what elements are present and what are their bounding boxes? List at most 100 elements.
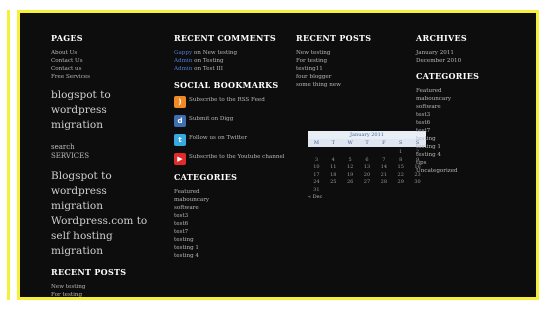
recent-post-link[interactable]: testing11	[51, 299, 161, 300]
recent-post-link[interactable]: some thing new	[296, 81, 414, 89]
calendar-date[interactable]: 19	[342, 172, 359, 180]
rss-icon[interactable]: )	[174, 96, 186, 108]
calendar-date[interactable]: 8	[392, 157, 409, 165]
comment-on-label: on	[194, 66, 202, 72]
category-link[interactable]: testing 1	[416, 143, 526, 151]
category-link[interactable]: testing	[416, 135, 526, 143]
social-bookmark-row[interactable]: ▶ Subscribe to the Youtube channel	[174, 153, 289, 165]
calendar-date[interactable]: 24	[308, 179, 325, 187]
calendar-date	[308, 149, 325, 157]
calendar-prev-link[interactable]: « Dec	[308, 194, 426, 200]
calendar-date	[325, 149, 342, 157]
comment-item: Admin on Testing	[174, 57, 289, 65]
social-bookmarks-heading: SOCIAL BOOKMARKS	[174, 80, 279, 90]
calendar-date[interactable]: 21	[375, 172, 392, 180]
recent-post-link[interactable]: For testing	[296, 57, 414, 65]
blog-sidebar-screenshot: PAGES About Us Contact Us Contact us Free S…	[17, 10, 539, 300]
category-link[interactable]: software	[174, 204, 289, 212]
category-link[interactable]: mabouncary	[416, 95, 526, 103]
comment-author[interactable]: Admin	[174, 66, 192, 72]
twitter-side-icon[interactable]: t	[536, 131, 539, 144]
category-link[interactable]: testing	[174, 236, 289, 244]
calendar-date[interactable]: 12	[342, 164, 359, 172]
calendar-date	[392, 187, 409, 195]
recent-post-link[interactable]: testing11	[296, 65, 414, 73]
calendar-date[interactable]: 17	[308, 172, 325, 180]
rss-side-icon[interactable]: )	[536, 149, 539, 162]
comment-post-link[interactable]: Test III	[203, 66, 223, 72]
recent-post-link[interactable]: New testing	[51, 283, 161, 291]
comment-author[interactable]: Gappy	[174, 50, 192, 56]
twitter-icon[interactable]: t	[174, 134, 186, 146]
category-link[interactable]: Featured	[174, 188, 289, 196]
category-link[interactable]: testing 4	[416, 151, 526, 159]
category-link[interactable]: testing 1	[174, 244, 289, 252]
calendar-date[interactable]: 27	[359, 179, 376, 187]
calendar-date[interactable]: 13	[359, 164, 376, 172]
page-link[interactable]: About Us	[51, 49, 161, 57]
calendar-date[interactable]: 28	[375, 179, 392, 187]
recent-post-link[interactable]: For testing	[51, 291, 161, 297]
social-bookmark-label[interactable]: Subscribe to the Youtube channel	[189, 153, 285, 161]
category-link[interactable]: test7	[174, 228, 289, 236]
migration-service-link[interactable]: Blogspot to wordpress migration	[51, 169, 161, 214]
social-bookmark-row[interactable]: t Follow us on Twitter	[174, 134, 289, 146]
category-link[interactable]: testing 4	[174, 252, 289, 260]
calendar-date[interactable]: 1	[392, 149, 409, 157]
page-link[interactable]: Contact Us	[51, 57, 161, 65]
comment-item: Admin on Test III	[174, 65, 289, 73]
email-side-icon[interactable]: ✉	[536, 167, 539, 180]
category-link[interactable]: test3	[416, 111, 526, 119]
comment-post-link[interactable]: Testing	[203, 58, 224, 64]
page-link[interactable]: Contact us	[51, 65, 161, 73]
social-bookmark-label[interactable]: Subscribe to the RSS Feed	[189, 96, 265, 104]
youtube-icon[interactable]: ▶	[174, 153, 186, 165]
archive-link[interactable]: December 2010	[416, 57, 526, 65]
category-link[interactable]: test3	[174, 212, 289, 220]
calendar-date[interactable]: 31	[308, 187, 325, 195]
calendar-date[interactable]: 6	[359, 157, 376, 165]
calendar-day-header: W	[347, 140, 353, 146]
calendar-date[interactable]: 25	[325, 179, 342, 187]
calendar-date[interactable]: 5	[342, 157, 359, 165]
social-bookmark-label[interactable]: Follow us on Twitter	[189, 134, 247, 142]
page-link[interactable]: Free Services	[51, 73, 161, 81]
calendar-date	[375, 149, 392, 157]
category-link[interactable]: test7	[416, 127, 526, 135]
category-link[interactable]: software	[416, 103, 526, 111]
category-link[interactable]: test6	[174, 220, 289, 228]
calendar-date[interactable]: 26	[342, 179, 359, 187]
social-bookmark-row[interactable]: ) Subscribe to the RSS Feed	[174, 96, 289, 108]
calendar-date[interactable]: 4	[325, 157, 342, 165]
calendar-day-header: M	[313, 140, 319, 146]
featured-migration-link[interactable]: blogspot to wordpress migration	[51, 88, 161, 133]
calendar-date[interactable]: 30	[409, 179, 426, 187]
recent-post-link[interactable]: four blogger	[296, 73, 414, 81]
migration-service-link[interactable]: Wordpress.com to self hosting migration	[51, 214, 161, 259]
comment-author[interactable]: Admin	[174, 58, 192, 64]
digg-icon[interactable]: d	[174, 115, 186, 127]
calendar-date[interactable]: 15	[392, 164, 409, 172]
calendar-date[interactable]: 20	[359, 172, 376, 180]
calendar-date[interactable]: 14	[375, 164, 392, 172]
calendar-date[interactable]: 22	[392, 172, 409, 180]
archive-link[interactable]: January 2011	[416, 49, 526, 57]
category-link[interactable]: mabouncary	[174, 196, 289, 204]
category-link[interactable]: test6	[416, 119, 526, 127]
calendar-date[interactable]: 10	[308, 164, 325, 172]
social-bookmark-row[interactable]: d Submit on Digg	[174, 115, 289, 127]
categories-right-heading: CATEGORIES	[416, 71, 480, 81]
youtube-side-icon[interactable]: ▶	[536, 185, 539, 198]
calendar-date[interactable]: 29	[392, 179, 409, 187]
recent-post-link[interactable]: New testing	[296, 49, 414, 57]
calendar-date	[359, 149, 376, 157]
category-link[interactable]: Featured	[416, 87, 526, 95]
calendar-date[interactable]: 3	[308, 157, 325, 165]
social-bookmark-label[interactable]: Submit on Digg	[189, 115, 233, 123]
calendar-date[interactable]: 11	[325, 164, 342, 172]
comment-post-link[interactable]: New testing	[203, 50, 237, 56]
category-link[interactable]: tips	[416, 159, 526, 167]
category-link[interactable]: Uncategorized	[416, 167, 526, 175]
calendar-date[interactable]: 7	[375, 157, 392, 165]
calendar-date[interactable]: 18	[325, 172, 342, 180]
